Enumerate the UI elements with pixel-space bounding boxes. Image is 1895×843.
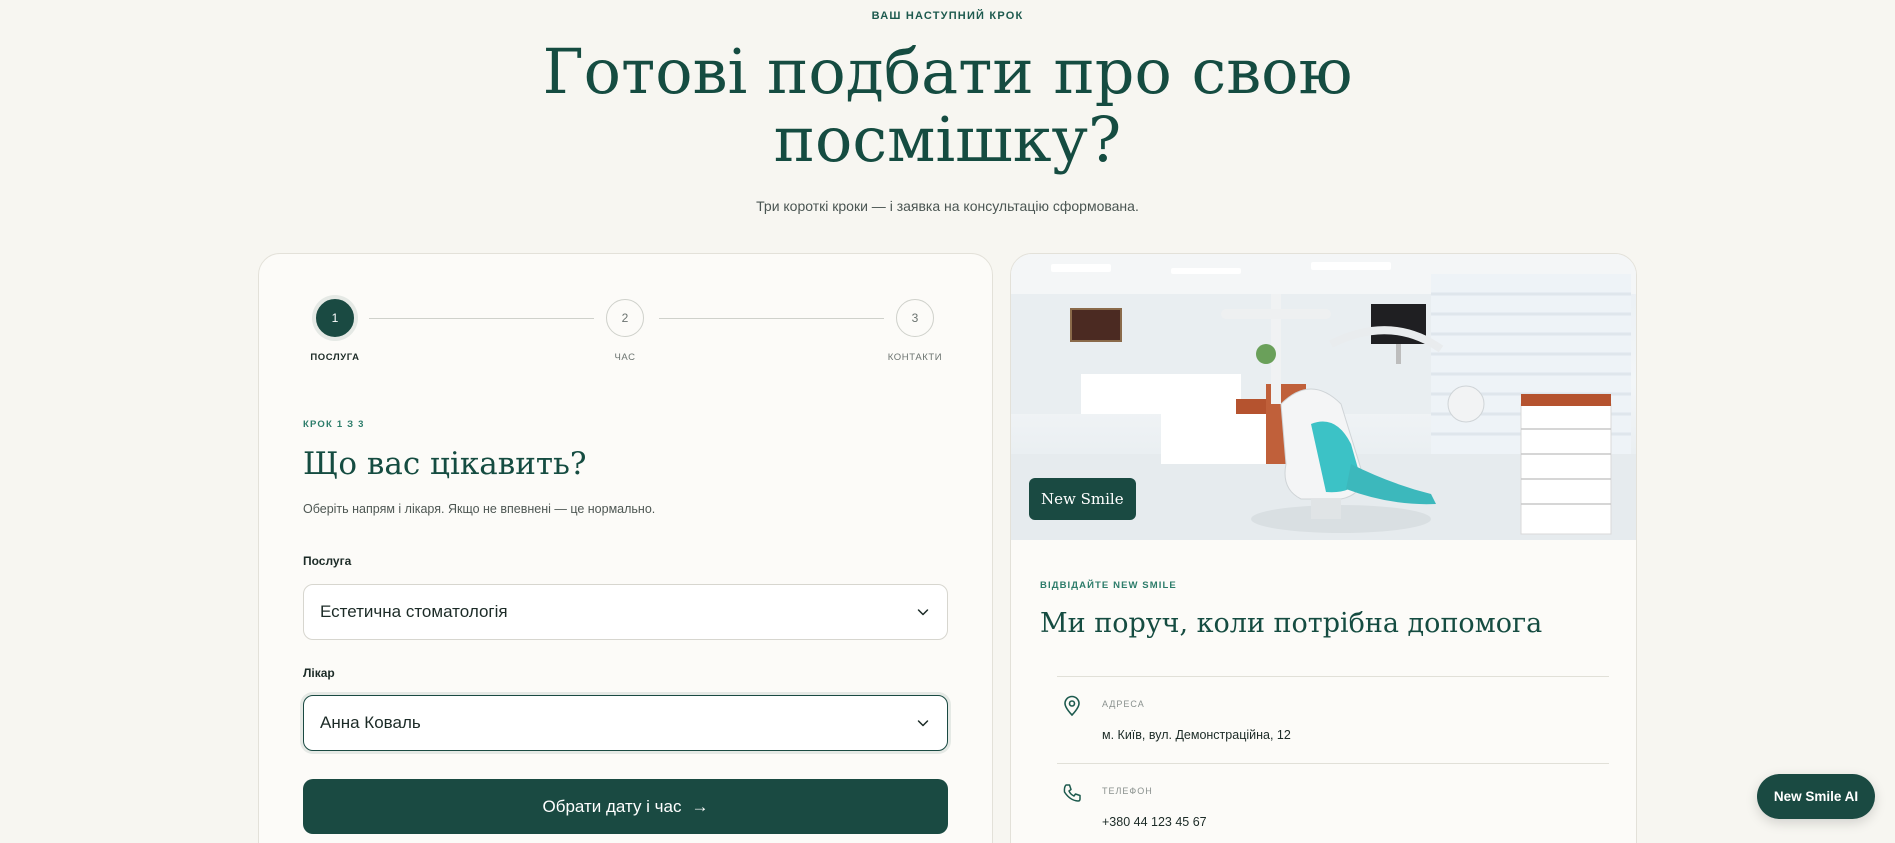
chevron-down-icon — [917, 609, 929, 616]
doctor-field-label: Лікар — [303, 666, 335, 680]
visit-kicker: ВІДВІДАЙТЕ NEW SMILE — [1040, 580, 1177, 591]
address-label: АДРЕСА — [1102, 699, 1145, 709]
form-description: Оберіть напрям і лікаря. Якщо не впевнен… — [303, 502, 656, 516]
stepper-connector — [369, 318, 594, 319]
clinic-photo: New Smile — [1011, 254, 1636, 540]
divider — [1057, 763, 1609, 764]
divider — [1057, 676, 1609, 677]
service-field-label: Послуга — [303, 554, 352, 568]
ai-chat-button[interactable]: New Smile AI — [1757, 774, 1875, 819]
chevron-down-icon — [917, 720, 929, 727]
booking-form-card: 1 2 3 ПОСЛУГА ЧАС КОНТАКТИ КРОК 1 З 3 Що… — [258, 253, 993, 843]
address-value: м. Київ, вул. Демонстраційна, 12 — [1102, 728, 1291, 742]
doctor-select-value: Анна Коваль — [320, 713, 421, 732]
map-pin-icon — [1064, 695, 1080, 717]
clinic-info-card: New Smile ВІДВІДАЙТЕ NEW SMILE Ми поруч,… — [1010, 253, 1637, 843]
step-1-label: ПОСЛУГА — [310, 352, 360, 363]
step-2-label: ЧАС — [614, 352, 636, 363]
booking-stepper: 1 2 3 ПОСЛУГА ЧАС КОНТАКТИ — [259, 299, 992, 369]
doctor-select[interactable]: Анна Коваль — [303, 695, 948, 751]
form-title: Що вас цікавить? — [303, 446, 587, 482]
step-3-label: КОНТАКТИ — [887, 352, 943, 363]
page-title-line-1: Готові подбати про свою — [542, 35, 1353, 108]
phone-label: ТЕЛЕФОН — [1102, 786, 1153, 796]
stepper-connector — [659, 318, 884, 319]
step-2-circle[interactable]: 2 — [606, 299, 644, 337]
section-eyebrow: ВАШ НАСТУПНИЙ КРОК — [871, 10, 1024, 22]
page-title-line-2: посмішку? — [773, 103, 1122, 176]
step-kicker: КРОК 1 З 3 — [303, 419, 365, 430]
step-3-circle[interactable]: 3 — [896, 299, 934, 337]
service-select-value: Естетична стоматологія — [320, 602, 508, 621]
arrow-right-icon: → — [691, 796, 709, 816]
photo-badge: New Smile — [1029, 478, 1136, 520]
phone-icon[interactable] — [1061, 782, 1083, 804]
service-select[interactable]: Естетична стоматологія — [303, 584, 948, 640]
choose-date-time-button[interactable]: Обрати дату і час → — [303, 779, 948, 834]
page-subtitle: Три короткі кроки — і заявка на консульт… — [756, 198, 1139, 214]
cta-label: Обрати дату і час — [542, 796, 682, 816]
page-title: Готові подбати про свою посмішку? — [0, 38, 1895, 174]
visit-title: Ми поруч, коли потрібна допомога — [1040, 608, 1543, 639]
phone-value[interactable]: +380 44 123 45 67 — [1102, 815, 1207, 829]
step-1-circle[interactable]: 1 — [316, 299, 354, 337]
